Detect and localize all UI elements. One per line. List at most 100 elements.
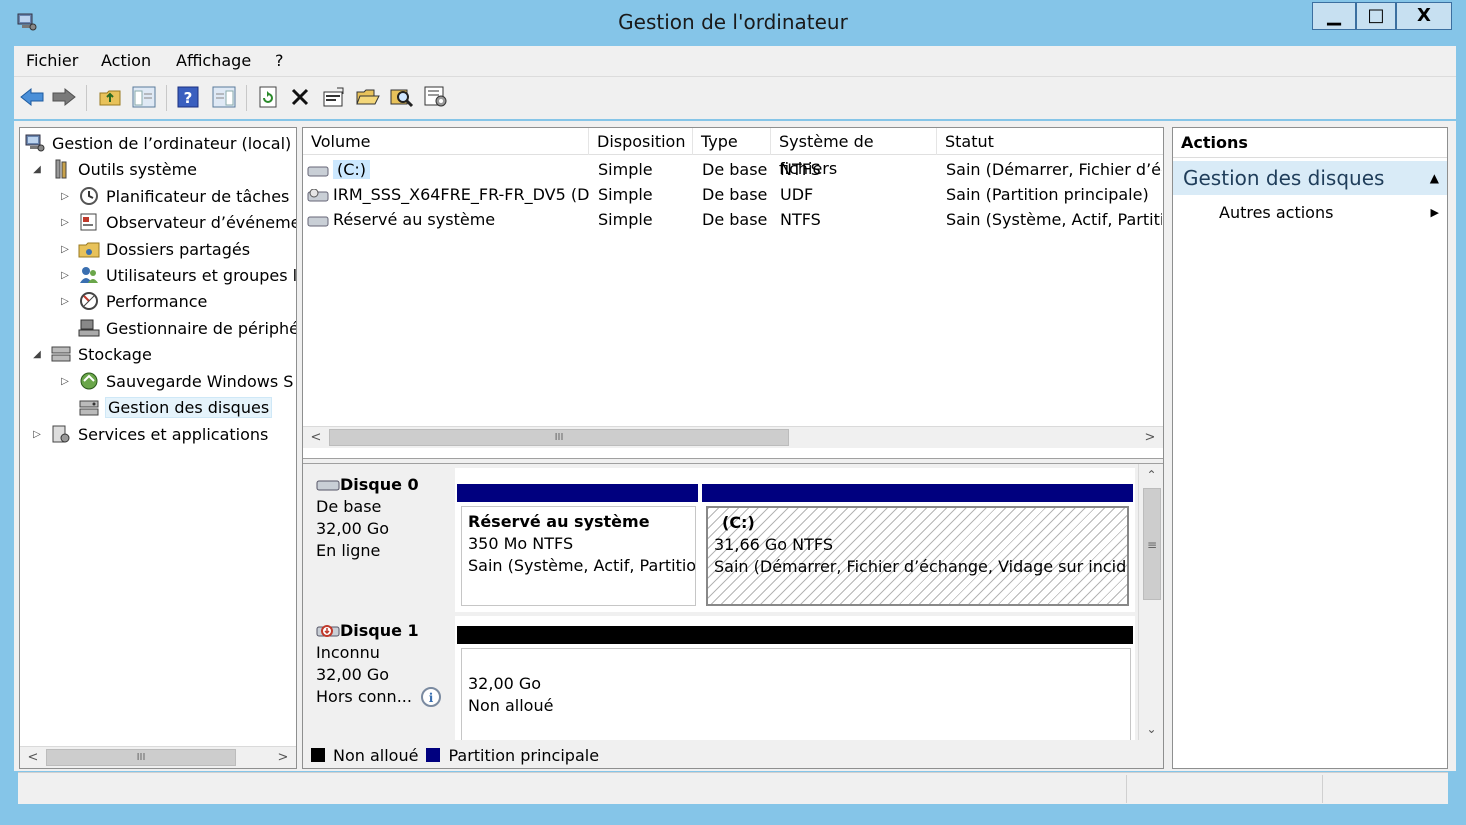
expand-icon[interactable]: ▷ — [58, 244, 72, 255]
menu-action[interactable]: Action — [101, 51, 151, 70]
scroll-thumb[interactable]: ≡ — [1143, 488, 1161, 600]
expand-icon[interactable]: ▷ — [30, 429, 44, 440]
table-row[interactable]: (C:) Simple De base NTFS Sain (Démarrer,… — [303, 158, 1163, 183]
expand-icon[interactable]: ▷ — [58, 270, 72, 281]
help-icon: ? — [177, 86, 199, 108]
shared-folders-icon — [78, 242, 100, 258]
disk-type: Inconnu — [316, 643, 380, 662]
collapse-icon[interactable]: ◢ — [30, 164, 44, 175]
partition-c[interactable]: (C:) 31,66 Go NTFS Sain (Démarrer, Fichi… — [706, 506, 1129, 606]
computer-management-icon — [25, 134, 45, 152]
toolbar-separator — [246, 85, 247, 111]
delete-button[interactable] — [286, 83, 314, 111]
event-viewer-icon — [80, 213, 97, 231]
show-hide-actions-button[interactable] — [210, 83, 238, 111]
minimize-button[interactable]: ▁ — [1312, 2, 1356, 30]
close-button[interactable]: X — [1396, 2, 1452, 30]
info-icon[interactable]: i — [420, 686, 442, 708]
scroll-left-icon[interactable]: < — [22, 747, 44, 768]
tree-item-services-applications[interactable]: ▷ Services et applications — [30, 422, 268, 446]
column-header-disposition[interactable]: Disposition — [589, 128, 693, 155]
menu-help[interactable]: ? — [275, 51, 284, 70]
collapse-up-icon[interactable]: ▲ — [1430, 161, 1439, 195]
menu-affichage[interactable]: Affichage — [176, 51, 251, 70]
settings-button[interactable] — [422, 83, 450, 111]
scroll-right-icon[interactable]: > — [272, 747, 294, 768]
status-segment — [1126, 775, 1322, 803]
scroll-thumb[interactable]: III — [329, 429, 789, 446]
properties-button[interactable] — [320, 83, 348, 111]
partition-bar-unallocated — [457, 626, 1133, 644]
actions-pane: Actions Gestion des disques ▲ Autres act… — [1172, 127, 1448, 769]
folder-up-button[interactable] — [96, 83, 124, 111]
tree-item-users-groups[interactable]: ▷ Utilisateurs et groupes l — [58, 263, 296, 287]
help-button[interactable]: ? — [174, 83, 202, 111]
tree-item-label: Planificateur de tâches — [106, 186, 290, 206]
tree-item-task-scheduler[interactable]: ▷ Planificateur de tâches — [58, 184, 289, 208]
title-bar[interactable]: Gestion de l'ordinateur ▁ □ X — [0, 0, 1466, 44]
scroll-thumb[interactable]: III — [46, 749, 236, 766]
column-header-type[interactable]: Type — [693, 128, 771, 155]
partition-status: Non alloué — [468, 696, 554, 715]
maximize-button[interactable]: □ — [1356, 2, 1396, 30]
partition-unallocated[interactable]: 32,00 Go Non alloué — [461, 648, 1131, 740]
column-header-status[interactable]: Statut — [937, 128, 1163, 155]
disk-0-layout: Réservé au système 350 Mo NTFS Sain (Sys… — [455, 468, 1135, 612]
forward-icon — [52, 87, 76, 107]
collapse-icon[interactable]: ◢ — [30, 349, 44, 360]
partition-system-reserved[interactable]: Réservé au système 350 Mo NTFS Sain (Sys… — [461, 506, 696, 606]
windows-backup-icon — [80, 372, 98, 390]
scroll-right-icon[interactable]: > — [1139, 427, 1161, 448]
tree-item-event-viewer[interactable]: ▷ Observateur d’événeme — [58, 210, 296, 234]
scroll-left-icon[interactable]: < — [305, 427, 327, 448]
tree-item-disk-management[interactable]: Gestion des disques — [58, 395, 273, 419]
show-hide-tree-button[interactable] — [130, 83, 158, 111]
back-button[interactable] — [18, 83, 46, 111]
volume-status: Sain (Démarrer, Fichier d’éch — [946, 160, 1162, 179]
tree-horizontal-scrollbar[interactable]: < III > — [20, 746, 296, 768]
disk-view-vertical-scrollbar[interactable]: ⌃ ≡ ⌄ — [1138, 464, 1163, 740]
storage-icon — [51, 346, 71, 362]
expand-icon[interactable]: ▷ — [58, 217, 72, 228]
disk-0-info[interactable]: Disque 0 De base 32,00 Go En ligne — [303, 474, 453, 612]
status-bar — [18, 772, 1448, 804]
table-row[interactable]: IRM_SSS_X64FRE_FR-FR_DV5 (D:) Simple De … — [303, 183, 1163, 208]
tree-item-shared-folders[interactable]: ▷ Dossiers partagés — [58, 237, 250, 261]
volume-disposition: Simple — [598, 185, 653, 204]
properties-icon — [323, 87, 344, 107]
volume-status: Sain (Système, Actif, Partitio — [946, 210, 1162, 229]
expand-icon[interactable]: ▷ — [58, 191, 72, 202]
tree-item-system-tools[interactable]: ◢ Outils système — [30, 157, 197, 181]
tree-item-computer-management[interactable]: Gestion de l’ordinateur (local) — [24, 131, 291, 155]
actions-group-disk-management[interactable]: Gestion des disques ▲ — [1173, 161, 1447, 195]
open-button[interactable] — [354, 83, 382, 111]
menu-bar: Fichier Action Affichage ? — [14, 46, 1456, 77]
action-more-actions[interactable]: Autres actions ▶ — [1173, 200, 1447, 226]
tree-item-performance[interactable]: ▷ Performance — [58, 289, 207, 313]
column-header-volume[interactable]: Volume — [303, 128, 589, 155]
search-button[interactable] — [388, 83, 416, 111]
refresh-button[interactable] — [254, 83, 282, 111]
partition-size: 32,00 Go — [468, 674, 542, 693]
show-hide-actions-icon — [212, 86, 236, 108]
disk-size: 32,00 Go — [316, 665, 390, 684]
tree-item-storage[interactable]: ◢ Stockage — [30, 342, 152, 366]
disk-type: De base — [316, 497, 382, 516]
expand-icon[interactable]: ▷ — [58, 376, 72, 387]
tree-item-device-manager[interactable]: Gestionnaire de périphé — [58, 316, 296, 340]
services-icon — [52, 425, 70, 443]
disk-1-info[interactable]: Disque 1 Inconnu 32,00 Go Hors conn... i — [303, 620, 453, 738]
scroll-down-icon[interactable]: ⌄ — [1139, 718, 1163, 740]
expand-icon[interactable]: ▷ — [58, 296, 72, 307]
volume-filesystem: NTFS — [780, 160, 821, 179]
forward-button[interactable] — [50, 83, 78, 111]
tree-item-label: Performance — [106, 291, 208, 311]
volume-type: De base — [702, 185, 768, 204]
table-row[interactable]: Réservé au système Simple De base NTFS S… — [303, 208, 1163, 233]
volume-list-horizontal-scrollbar[interactable]: < III > — [303, 426, 1163, 448]
disk-offline-icon — [316, 625, 340, 637]
menu-fichier[interactable]: Fichier — [26, 51, 78, 70]
column-header-filesystem[interactable]: Système de fichiers — [771, 128, 937, 178]
tree-item-windows-backup[interactable]: ▷ Sauvegarde Windows S — [58, 369, 293, 393]
scroll-up-icon[interactable]: ⌃ — [1139, 464, 1163, 486]
